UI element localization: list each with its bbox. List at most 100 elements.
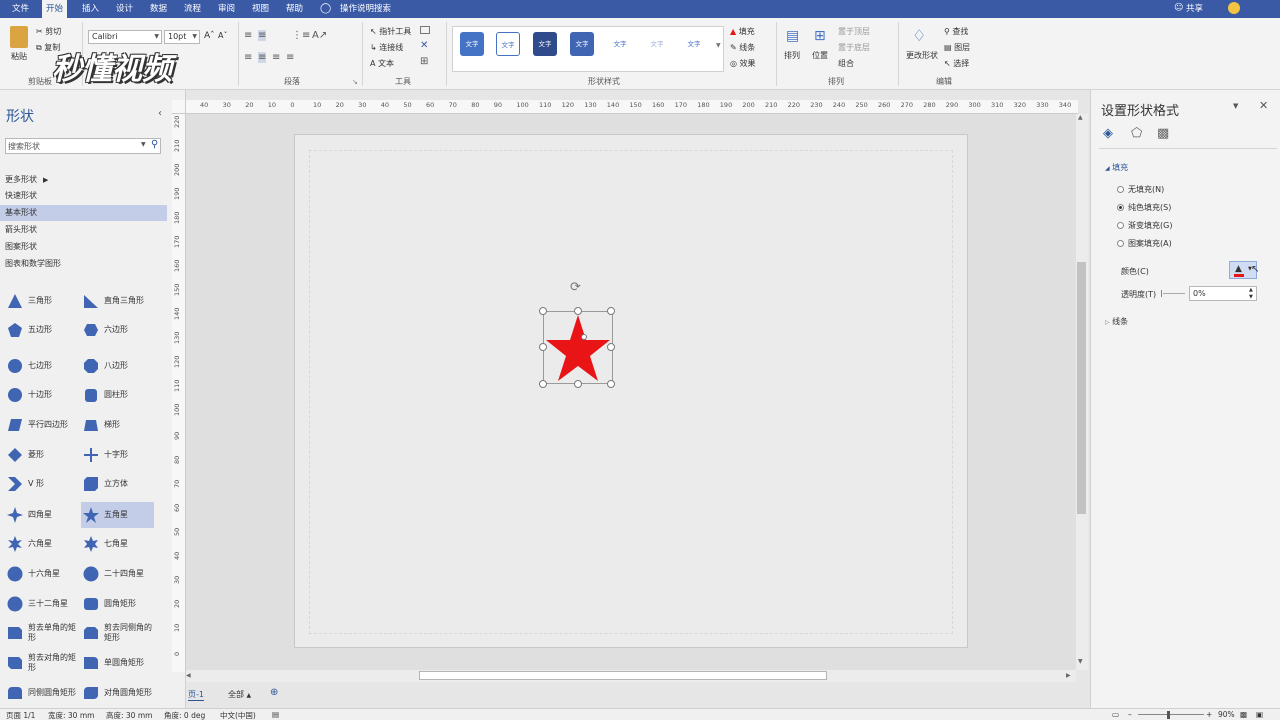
search-icon[interactable]: ⚲ [151, 139, 158, 150]
category-basic-shapes[interactable]: 基本形状 [0, 205, 167, 221]
position-icon[interactable]: ⊞ [814, 28, 826, 44]
resize-handle[interactable] [607, 343, 615, 351]
arrange-icon[interactable]: ▤ [786, 28, 799, 44]
category-arrow-shapes[interactable]: 箭头形状 [0, 222, 167, 238]
zoom-slider-track[interactable] [1138, 714, 1204, 715]
layers-button[interactable]: ▤ 图层 [944, 42, 970, 53]
horizontal-scroll-thumb[interactable] [419, 671, 827, 680]
category-pattern-shapes[interactable]: 图案形状 [0, 239, 167, 255]
font-name-combo[interactable]: Calibri ▼ [88, 30, 162, 44]
shape-item[interactable]: 单圆角矩形 [81, 650, 154, 676]
scroll-up-icon[interactable]: ▲ [1078, 114, 1083, 121]
menu-insert[interactable]: 插入 [78, 0, 103, 18]
fill-button[interactable]: ▲ 填充 [730, 26, 755, 37]
add-page-icon[interactable]: ⊕ [270, 687, 278, 698]
share-button[interactable]: 共享 [1182, 0, 1207, 18]
shape-item[interactable]: 立方体 [81, 471, 154, 497]
shape-item[interactable]: 菱形 [5, 442, 78, 468]
text-tool-button[interactable]: A 文本 [370, 58, 394, 69]
category-quick-shapes[interactable]: 快速形状 [0, 188, 167, 204]
size-properties-icon[interactable]: ▩ [1157, 126, 1169, 141]
resize-handle[interactable] [574, 380, 582, 388]
align-left-icon[interactable]: ≡ [244, 52, 252, 63]
fill-section-header[interactable]: ◢ 填充 [1105, 162, 1128, 173]
macro-record-icon[interactable]: ▤ [272, 710, 279, 719]
crop-icon[interactable]: ⊞ [420, 56, 428, 67]
shape-item[interactable]: 六角星 [5, 531, 78, 557]
page-view-icon[interactable]: ▩ [1240, 710, 1247, 719]
select-button[interactable]: ↖ 选择 [944, 58, 969, 69]
style-swatch-6[interactable]: 文字 [645, 32, 669, 56]
shape-item[interactable]: 平行四边形 [5, 412, 78, 438]
horizontal-scrollbar[interactable]: ◀ ▶ [186, 670, 1076, 682]
line-section-header[interactable]: ▷ 线条 [1105, 316, 1128, 327]
zoom-out-icon[interactable]: – [1128, 710, 1132, 719]
zoom-in-icon[interactable]: + [1206, 710, 1212, 719]
shape-item[interactable]: 三十二角星 [5, 591, 78, 617]
vertical-scroll-thumb[interactable] [1077, 262, 1086, 514]
gallery-scroll-icon[interactable]: ▼ [716, 42, 721, 49]
scroll-left-icon[interactable]: ◀ [186, 672, 191, 679]
scroll-right-icon[interactable]: ▶ [1066, 672, 1071, 679]
shape-item[interactable]: 七边形 [5, 353, 78, 379]
effects-pentagon-icon[interactable]: ⬠ [1131, 126, 1142, 141]
dialog-launcher-icon[interactable]: ↘ [352, 78, 358, 86]
vertical-scrollbar[interactable]: ▲ ▼ [1076, 114, 1088, 670]
find-button[interactable]: ⚲ 查找 [944, 26, 968, 37]
align-center-icon[interactable]: ≡ [258, 52, 267, 63]
zoom-slider-thumb[interactable] [1167, 711, 1170, 719]
arrange-button[interactable]: 排列 [784, 50, 800, 61]
shape-item[interactable]: 七角星 [81, 531, 154, 557]
scroll-down-icon[interactable]: ▼ [1078, 658, 1083, 665]
shape-item[interactable]: 对角圆角矩形 [81, 680, 154, 706]
search-shapes-input[interactable]: 搜索形状 ▼ ⚲ [5, 138, 161, 154]
switch-windows-icon[interactable]: ▣ [1256, 710, 1263, 719]
shape-item[interactable]: 剪去单角的矩形 [5, 620, 78, 646]
style-swatch-1[interactable]: 文字 [460, 32, 484, 56]
status-page[interactable]: 页面 1/1 [6, 710, 35, 720]
shape-item[interactable]: 圆角矩形 [81, 591, 154, 617]
paste-icon[interactable] [10, 26, 28, 48]
menu-view[interactable]: 视图 [248, 0, 273, 18]
transparency-slider-thumb[interactable] [1161, 290, 1162, 297]
shape-item[interactable]: 六边形 [81, 317, 154, 343]
fill-line-tab-icon[interactable]: ◈ [1103, 126, 1113, 141]
align-right-icon[interactable]: ≡ [272, 52, 280, 63]
transparency-slider-track[interactable] [1163, 293, 1185, 294]
resize-handle[interactable] [607, 307, 615, 315]
shape-item[interactable]: 十字形 [81, 442, 154, 468]
radio-no-fill[interactable]: 无填充(N) [1117, 184, 1164, 195]
shape-item[interactable]: 圆柱形 [81, 382, 154, 408]
style-swatch-2[interactable]: 文字 [496, 32, 520, 56]
spin-up-icon[interactable]: ▲ [1249, 287, 1253, 293]
shape-item[interactable]: 四角星 [5, 502, 78, 528]
shape-item[interactable]: 梯形 [81, 412, 154, 438]
resize-handle[interactable] [539, 307, 547, 315]
effect-button[interactable]: ◎ 效果 [730, 58, 756, 69]
justify-icon[interactable]: ≡ [286, 52, 294, 63]
group-button[interactable]: 组合 [838, 58, 854, 69]
shape-item[interactable]: 八边形 [81, 353, 154, 379]
change-shape-icon[interactable]: ♢ [912, 26, 926, 45]
shape-item[interactable]: V 形 [5, 471, 78, 497]
shape-item[interactable]: 十六角星 [5, 561, 78, 587]
tell-me-search[interactable]: 操作说明搜索 [336, 0, 395, 18]
rectangle-icon[interactable] [420, 26, 430, 34]
menu-help[interactable]: 帮助 [282, 0, 307, 18]
menu-design[interactable]: 设计 [112, 0, 137, 18]
font-size-combo[interactable]: 10pt ▼ [164, 30, 200, 44]
menu-process[interactable]: 流程 [180, 0, 205, 18]
all-pages-button[interactable]: 全部 ▲ [228, 689, 251, 700]
shape-item[interactable]: 五角星 [81, 502, 154, 528]
shape-item[interactable]: 五边形 [5, 317, 78, 343]
menu-home[interactable]: 开始 [42, 0, 68, 18]
style-swatch-4[interactable]: 文字 [570, 32, 594, 56]
line-button[interactable]: ✎ 线条 [730, 42, 755, 53]
radio-pattern-fill[interactable]: 图案填充(A) [1117, 238, 1172, 249]
align-top-icon[interactable]: ≡ [244, 30, 252, 41]
shape-item[interactable]: 三角形 [5, 288, 78, 314]
chevron-down-icon[interactable]: ▼ [141, 141, 146, 148]
category-chart-math-shapes[interactable]: 图表和数学图形 [0, 256, 167, 272]
rotate-handle-icon[interactable]: ⟳ [570, 280, 581, 295]
radio-solid-fill[interactable]: 纯色填充(S) [1117, 202, 1171, 213]
